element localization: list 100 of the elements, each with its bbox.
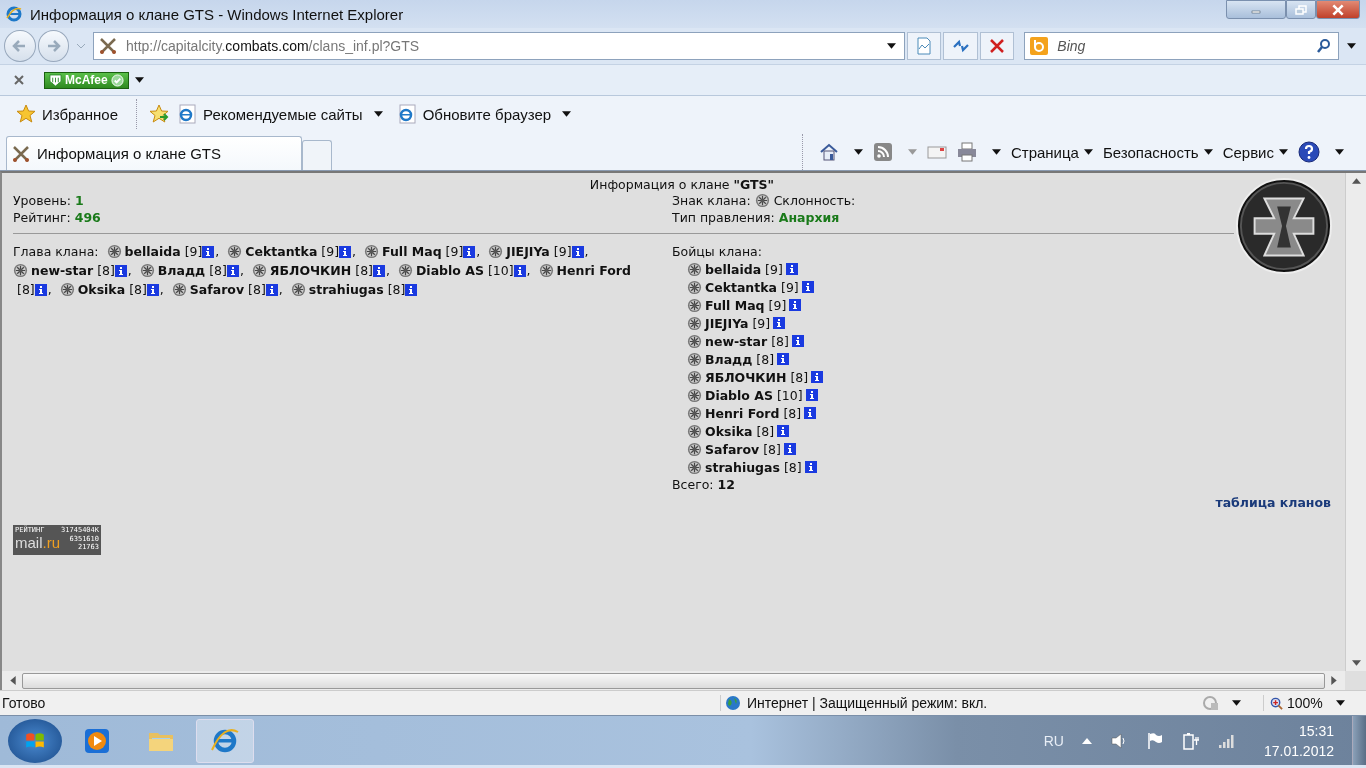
clan-table-link[interactable]: таблица кланов (1215, 495, 1331, 510)
gear-icon (687, 441, 702, 457)
close-icon[interactable] (14, 75, 24, 85)
member-name-link[interactable]: new-star (705, 333, 768, 349)
info-icon[interactable] (265, 283, 278, 296)
info-icon[interactable] (801, 281, 814, 293)
scroll-right-arrow-icon[interactable] (1331, 676, 1337, 685)
info-icon[interactable] (777, 425, 790, 437)
member-name-link[interactable]: JIEJIYa (506, 243, 550, 260)
member-name-link[interactable]: Cektantka (245, 243, 318, 260)
command-menu[interactable]: Безопасность (1102, 143, 1213, 161)
info-icon[interactable] (805, 389, 818, 401)
member-name-link[interactable]: bellaida (124, 243, 181, 260)
vertical-scrollbar[interactable] (1345, 173, 1366, 671)
horizontal-scrollbar[interactable] (2, 671, 1345, 690)
home-icon[interactable] (818, 142, 839, 162)
member-name-link[interactable]: Full Maq (382, 243, 442, 260)
close-button[interactable] (1316, 0, 1360, 19)
member-name-link[interactable]: Diablo AS (705, 387, 773, 403)
member-name-link[interactable]: JIEJIYa (705, 315, 749, 331)
scroll-down-arrow-icon[interactable] (1351, 660, 1361, 666)
dropdown-arrow-icon[interactable] (1347, 43, 1356, 49)
battery-icon[interactable] (1181, 731, 1200, 750)
info-icon[interactable] (146, 283, 159, 296)
info-icon[interactable] (791, 335, 804, 347)
info-icon[interactable] (804, 407, 817, 419)
zoom-button[interactable]: 100% (1263, 695, 1323, 711)
info-icon[interactable] (463, 245, 476, 258)
ie-taskbar-button[interactable] (196, 718, 254, 763)
search-field[interactable]: Bing (1024, 32, 1339, 60)
search-icon[interactable] (1316, 38, 1332, 54)
favorites-link[interactable]: Обновите браузер (396, 104, 572, 124)
restore-button[interactable] (1286, 0, 1316, 19)
member-name-link[interactable]: new-star (31, 262, 94, 279)
scroll-left-arrow-icon[interactable] (10, 676, 16, 685)
stop-button[interactable] (979, 32, 1015, 60)
command-menu[interactable]: Страница (1010, 143, 1093, 161)
dropdown-arrow-icon[interactable] (1335, 700, 1345, 706)
member-name-link[interactable]: ЯБЛОЧКИН (705, 369, 787, 385)
member-name-link[interactable]: strahiugas (705, 459, 780, 475)
gear-icon (687, 261, 702, 277)
print-icon[interactable] (956, 142, 977, 162)
member-name-link[interactable]: Henri Ford (705, 405, 780, 421)
command-menu[interactable]: Сервис (1222, 143, 1288, 161)
dropdown-arrow-icon[interactable] (887, 43, 896, 49)
info-icon[interactable] (571, 245, 584, 258)
dropdown-arrow-icon[interactable] (853, 149, 863, 155)
magnifier-icon (1270, 696, 1283, 710)
dropdown-arrow-icon[interactable] (1335, 149, 1344, 155)
feed-icon[interactable] (872, 142, 893, 162)
clock[interactable]: 15:31 17.01.2012 (1263, 720, 1334, 761)
favorites-link[interactable]: Рекомендуемые сайты (177, 104, 383, 124)
stat-label: Уровень: (13, 193, 71, 208)
flag-icon[interactable] (1145, 731, 1164, 750)
help-icon[interactable] (1298, 141, 1320, 163)
member-name-link[interactable]: bellaida (705, 261, 762, 277)
show-hidden-icons-arrow-icon[interactable] (1081, 737, 1092, 744)
member-level: [8] (771, 333, 789, 349)
dropdown-arrow-icon[interactable] (991, 149, 1001, 155)
member-name-link[interactable]: Oksika (705, 423, 753, 439)
info-icon[interactable] (405, 283, 418, 296)
info-icon[interactable] (226, 264, 239, 277)
member-name-link[interactable]: ЯБЛОЧКИН (269, 262, 352, 279)
member-name-link[interactable]: Full Maq (705, 297, 765, 313)
info-icon[interactable] (773, 317, 786, 329)
info-icon[interactable] (513, 264, 526, 277)
member-name-link[interactable]: strahiugas (308, 281, 384, 298)
info-icon[interactable] (114, 264, 127, 277)
add-favorite-icon[interactable] (149, 104, 170, 124)
member-name-link[interactable]: Diablo AS (415, 262, 484, 279)
dropdown-arrow-icon[interactable] (1232, 700, 1241, 706)
member-name-link[interactable]: Henri Ford (556, 262, 631, 279)
info-icon[interactable] (339, 245, 352, 258)
address-field[interactable]: http://capitalcity.combats.com/clans_inf.pl?GTS (93, 32, 905, 60)
member-name-link[interactable]: Oksika (77, 281, 126, 298)
speaker-icon[interactable] (1109, 731, 1128, 750)
dropdown-arrow-icon[interactable] (134, 77, 144, 83)
info-icon[interactable] (804, 461, 817, 473)
member-level: [8] (129, 281, 147, 298)
head-label: Глава клана: (13, 243, 99, 260)
info-icon[interactable] (34, 283, 47, 296)
info-icon[interactable] (373, 264, 385, 277)
start-button[interactable] (8, 718, 62, 763)
refresh-button[interactable] (943, 32, 978, 60)
info-icon[interactable] (811, 371, 824, 383)
info-icon[interactable] (777, 353, 790, 365)
browser-tab[interactable]: Информация о клане GTS (6, 136, 302, 170)
scroll-up-arrow-icon[interactable] (1351, 178, 1361, 184)
member-level: [9] (184, 243, 203, 260)
member-name-link[interactable]: Safarov (189, 281, 245, 298)
info-icon[interactable] (202, 245, 215, 258)
gear-icon (538, 263, 554, 278)
info-icon[interactable] (789, 299, 802, 311)
info-icon[interactable] (783, 443, 796, 455)
member-name-link[interactable]: Владд (705, 351, 753, 367)
member-name-link[interactable]: Cektantka (705, 279, 777, 295)
member-name-link[interactable]: Владд (157, 262, 206, 279)
member-name-link[interactable]: Safarov (705, 441, 760, 457)
favorites-button[interactable]: Избранное (16, 104, 119, 124)
info-icon[interactable] (785, 263, 798, 275)
